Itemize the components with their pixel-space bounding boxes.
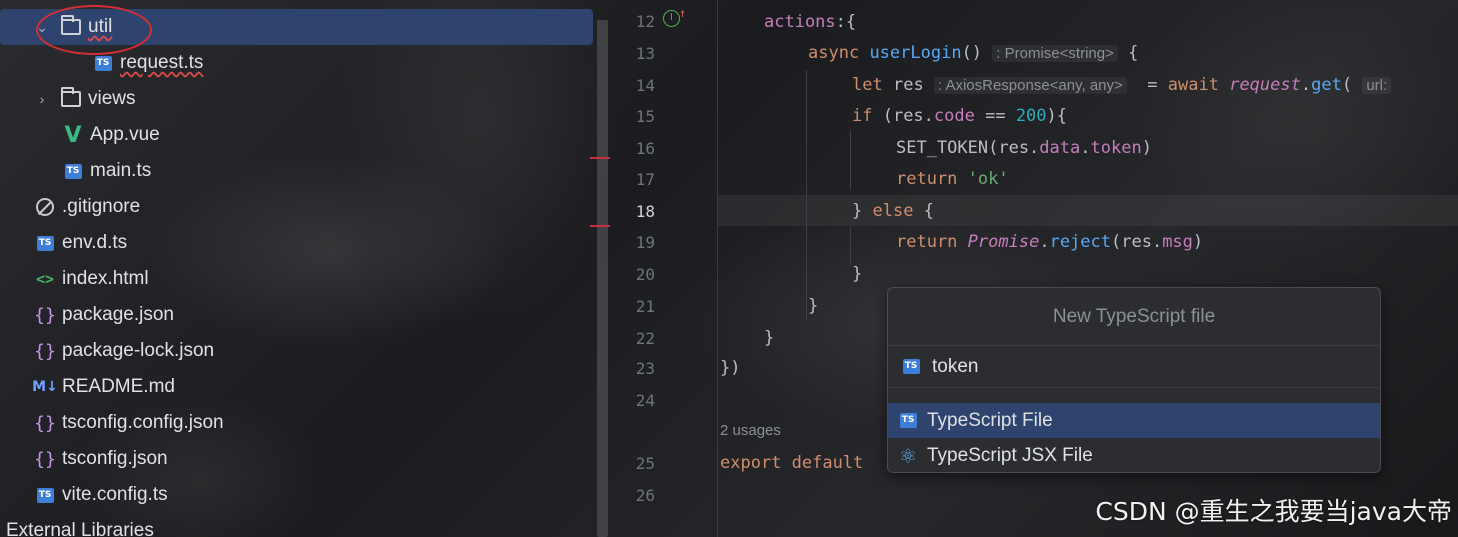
tree-item-gitignore[interactable]: .gitignore: [0, 189, 593, 225]
line-number: 17: [635, 170, 655, 189]
folder-icon: [60, 87, 82, 108]
line-number: 21: [635, 297, 655, 316]
inlay-hint-param: url:: [1362, 77, 1392, 94]
tree-item-label: tsconfig.config.json: [62, 412, 224, 433]
code-line-13: async userLogin() : Promise<string> {: [808, 43, 1139, 63]
implementation-gutter-icon[interactable]: I: [663, 10, 680, 27]
tree-item-app-vue[interactable]: V App.vue: [0, 117, 593, 153]
filename-input[interactable]: TS token: [888, 346, 1380, 388]
line-number: 22: [635, 329, 655, 348]
tree-item-label: views: [88, 88, 136, 109]
change-marker: [590, 225, 610, 227]
indent-guide: [806, 70, 807, 320]
filename-input-value: token: [932, 355, 979, 377]
line-number: 16: [635, 139, 655, 158]
code-line-21: }: [808, 296, 819, 316]
line-number: 23: [635, 359, 655, 378]
tree-item-tsconfig-json[interactable]: {} tsconfig.json: [0, 441, 593, 477]
code-line-14: let res : AxiosResponse<any, any> = awai…: [852, 75, 1392, 95]
code-line-17: return 'ok': [896, 169, 1009, 189]
code-line-19: return Promise.reject(res.msg): [896, 232, 1204, 252]
usages-hint[interactable]: 2 usages: [720, 422, 781, 439]
gutter-divider: [717, 0, 718, 537]
code-line-23: }): [720, 358, 741, 378]
code-line-16: SET_TOKEN(res.data.token): [896, 138, 1152, 158]
tree-item-main-ts[interactable]: TS main.ts: [0, 153, 593, 189]
indent-guide: [850, 130, 851, 190]
html-icon: <>: [35, 270, 55, 288]
line-number: 12: [635, 12, 655, 31]
current-line-highlight: [718, 195, 1458, 226]
vue-icon: V: [64, 122, 82, 148]
tree-item-vite-config-ts[interactable]: TS vite.config.ts: [0, 477, 593, 513]
indent-guide: [850, 226, 851, 266]
line-number: 19: [635, 233, 655, 252]
json-icon: {}: [34, 412, 56, 434]
watermark: CSDN @重生之我要当java大帝: [1095, 497, 1452, 526]
change-marker: [590, 157, 610, 159]
tree-item-views[interactable]: › views: [0, 81, 593, 117]
annotation-circle: [36, 5, 152, 55]
code-line-18: } else {: [852, 201, 934, 221]
tree-item-env-d-ts[interactable]: TS env.d.ts: [0, 225, 593, 261]
tree-item-label: App.vue: [90, 124, 160, 145]
json-icon: {}: [34, 304, 56, 326]
file-type-option-typescript-jsx[interactable]: ⚛ TypeScript JSX File: [888, 438, 1380, 472]
line-number: 20: [635, 265, 655, 284]
tree-item-label: External Libraries: [6, 520, 154, 537]
line-number: 13: [635, 44, 655, 63]
line-number: 24: [635, 391, 655, 410]
option-label: TypeScript File: [927, 409, 1053, 431]
ignore-icon: [34, 198, 56, 216]
code-line-25: export default: [720, 453, 864, 473]
tree-item-tsconfig-config-json[interactable]: {} tsconfig.config.json: [0, 405, 593, 441]
ts-icon: TS: [897, 412, 919, 430]
line-number: 14: [635, 76, 655, 95]
project-tree: ⌄ util TS request.ts › views V App.vue T…: [0, 0, 596, 537]
chevron-right-icon[interactable]: ›: [34, 91, 50, 107]
tree-item-package-lock-json[interactable]: {} package-lock.json: [0, 333, 593, 369]
ts-icon: TS: [34, 486, 56, 504]
tree-item-external-libraries[interactable]: External Libraries: [0, 513, 593, 537]
code-line-22: }: [764, 328, 775, 348]
ts-icon: TS: [62, 162, 84, 180]
line-number: 25: [635, 454, 655, 473]
tree-item-label: tsconfig.json: [62, 448, 168, 469]
tree-item-readme-md[interactable]: M↓ README.md: [0, 369, 593, 405]
tree-item-label: package-lock.json: [62, 340, 215, 361]
ts-icon: TS: [34, 234, 56, 252]
json-icon: {}: [34, 340, 56, 362]
react-icon: ⚛: [899, 443, 917, 468]
file-type-list: TS TypeScript File ⚛ TypeScript JSX File: [888, 388, 1380, 472]
ts-icon: TS: [92, 54, 114, 72]
code-line-12: actions:{: [764, 12, 857, 32]
file-type-option-typescript[interactable]: TS TypeScript File: [888, 403, 1380, 438]
code-line-15: if (res.code == 200){: [852, 106, 1068, 126]
tree-item-label: README.md: [62, 376, 175, 397]
option-label: TypeScript JSX File: [927, 444, 1093, 466]
tree-item-label: index.html: [62, 268, 149, 289]
tree-item-label: main.ts: [90, 160, 152, 181]
tree-item-label: .gitignore: [62, 196, 141, 217]
tree-item-label: env.d.ts: [62, 232, 128, 253]
popup-title: New TypeScript file: [888, 288, 1380, 346]
tree-scrollbar[interactable]: [597, 20, 608, 537]
inlay-hint-return-type: : Promise<string>: [992, 45, 1118, 62]
line-number-current: 18: [635, 202, 655, 221]
inlay-hint-type: : AxiosResponse<any, any>: [933, 77, 1127, 94]
tree-item-index-html[interactable]: <> index.html: [0, 261, 593, 297]
tree-item-package-json[interactable]: {} package.json: [0, 297, 593, 333]
json-icon: {}: [34, 448, 56, 470]
tree-item-label: package.json: [62, 304, 174, 325]
new-file-popup: New TypeScript file TS token TS TypeScri…: [887, 287, 1381, 473]
line-number: 26: [635, 486, 655, 505]
line-number: 15: [635, 107, 655, 126]
ts-icon: TS: [900, 358, 922, 376]
code-line-20: }: [852, 264, 863, 284]
tree-item-label: request.ts: [120, 52, 204, 73]
tree-item-label: vite.config.ts: [62, 484, 168, 505]
markdown-icon: M↓: [32, 379, 58, 395]
arrow-up-icon: ↑: [679, 6, 687, 20]
